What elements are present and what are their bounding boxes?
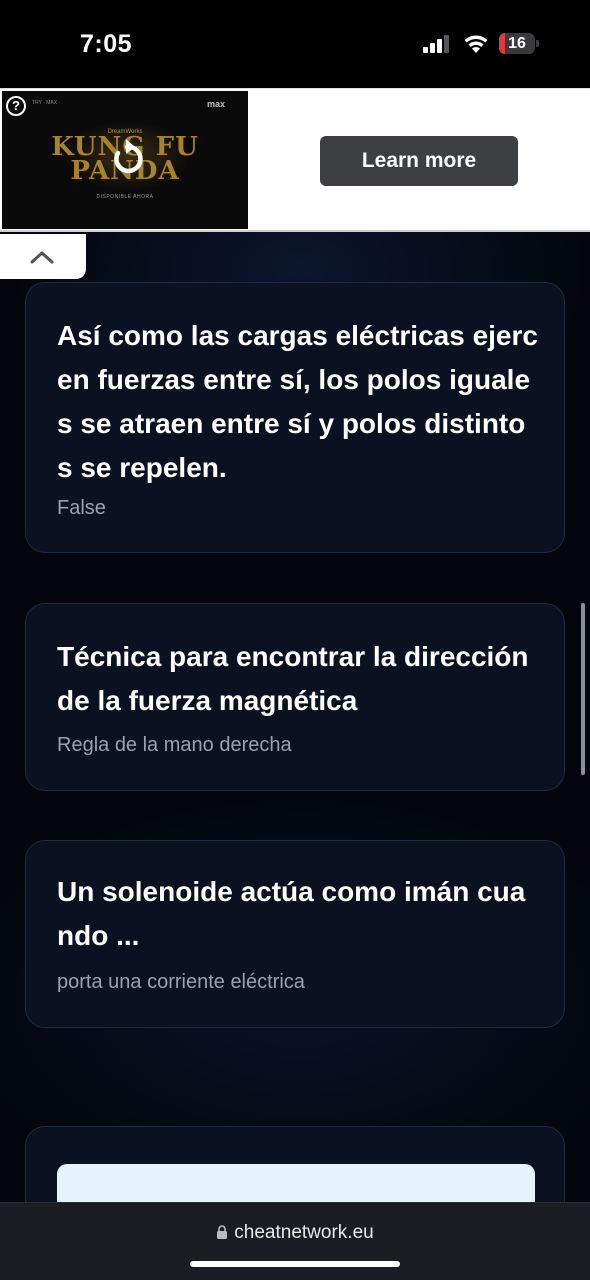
ad-banner[interactable]: ? TRY · MAX · max DreamWorks KUNG FU PAN…	[0, 88, 590, 232]
battery-body: 16	[499, 33, 535, 54]
status-time: 7:05	[80, 30, 133, 58]
home-indicator[interactable]	[190, 1261, 400, 1267]
card-answer: Regla de la mano derecha	[57, 734, 292, 756]
learn-more-button[interactable]: Learn more	[320, 136, 518, 186]
battery-icon: 16	[499, 33, 539, 54]
card-question: Técnica para encontrar la dirección de l…	[57, 641, 529, 716]
collapse-ad-button[interactable]	[0, 234, 86, 279]
signal-icon	[423, 35, 449, 53]
lock-icon	[217, 1225, 228, 1239]
browser-bottom-bar: cheatnetwork.eu	[0, 1202, 590, 1280]
flashcard[interactable]: Técnica para encontrar la dirección de l…	[25, 603, 565, 791]
replay-icon[interactable]	[106, 137, 148, 179]
card-answer: False	[57, 497, 106, 519]
battery-nub	[536, 40, 539, 47]
ad-video[interactable]: ? TRY · MAX · max DreamWorks KUNG FU PAN…	[2, 91, 248, 229]
card-answer: porta una corriente eléctrica	[57, 971, 305, 993]
address-bar[interactable]: cheatnetwork.eu	[0, 1222, 590, 1244]
ad-caption: DISPONIBLE AHORA	[96, 194, 154, 200]
battery-level: 16	[508, 35, 526, 52]
wifi-icon	[464, 35, 488, 53]
status-bar: 7:05 16	[0, 0, 590, 88]
flashcard[interactable]: Un solenoide actúa como imán cuando ... …	[25, 840, 565, 1028]
ad-brand: max	[207, 99, 226, 109]
card-question: Así como las cargas eléctricas ejercen f…	[57, 320, 538, 483]
scrollbar[interactable]	[581, 603, 585, 775]
flashcard[interactable]: Así como las cargas eléctricas ejercen f…	[25, 282, 565, 553]
ad-top-line: TRY · MAX ·	[32, 100, 61, 106]
url-text: cheatnetwork.eu	[234, 1222, 374, 1243]
card-question: Un solenoide actúa como imán cuando ...	[57, 876, 526, 951]
help-icon[interactable]: ?	[6, 96, 26, 116]
chevron-up-icon	[30, 251, 54, 264]
